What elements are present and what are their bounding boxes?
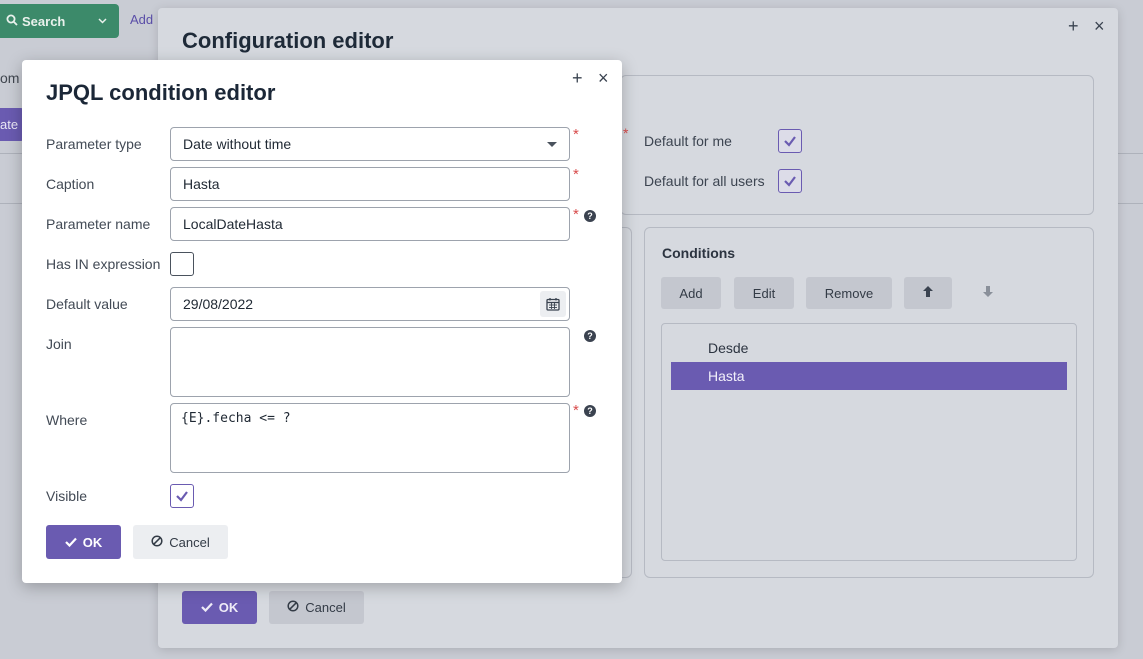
background-action-button[interactable]: ate [0,108,24,141]
maximize-icon[interactable]: + [1068,17,1079,35]
where-label: Where [46,412,88,428]
close-icon[interactable]: × [598,69,609,87]
ok-button-label: OK [218,600,239,615]
required-marker: * [573,402,579,419]
visible-checkbox[interactable] [170,484,194,508]
default-value-label: Default value [46,296,128,312]
edit-condition-button[interactable]: Edit [734,277,794,309]
dialog-title: JPQL condition editor [46,80,276,105]
parameter-type-select[interactable]: Date without time [170,127,570,161]
visible-label: Visible [46,488,87,504]
cancel-button[interactable]: Cancel [133,525,228,559]
search-button-label: Search [22,13,66,29]
default-for-me-checkbox[interactable] [778,129,802,153]
divider [1118,203,1143,204]
divider [0,203,22,204]
add-condition-button[interactable]: Add [661,277,721,309]
background-text: om [0,70,20,86]
parameter-name-label: Parameter name [46,216,151,232]
join-label: Join [46,336,72,352]
arrow-up-icon [922,285,934,301]
list-item-selected[interactable]: Hasta [671,362,1067,390]
search-icon [6,14,22,29]
divider [1118,153,1143,154]
maximize-icon[interactable]: + [572,69,583,87]
calendar-icon[interactable] [540,291,566,317]
default-for-all-users-label: Default for all users [644,173,765,189]
remove-condition-button[interactable]: Remove [806,277,892,309]
list-item[interactable]: Desde [671,334,1067,362]
default-for-me-label: Default for me [644,133,732,149]
chevron-down-icon[interactable] [98,15,107,27]
has-in-expression-checkbox[interactable] [170,252,194,276]
arrow-down-icon [982,285,994,301]
ok-button-label: OK [82,534,103,550]
move-up-button[interactable] [904,277,952,309]
dialog-title: Configuration editor [182,28,394,53]
check-icon [200,600,213,615]
ok-button[interactable]: OK [182,591,257,624]
caption-label: Caption [46,176,95,192]
cancel-button[interactable]: Cancel [269,591,364,624]
check-icon [64,535,77,550]
divider [0,153,22,154]
required-marker: * [573,166,579,183]
move-down-button[interactable] [964,277,1012,309]
cancel-button-label: Cancel [305,600,346,615]
conditions-list: Desde Hasta [661,323,1077,561]
caption-field[interactable]: Hasta [170,167,570,201]
default-value-date-field[interactable]: 29/08/2022 [170,287,570,321]
default-for-all-users-checkbox[interactable] [778,169,802,193]
required-marker: * [623,125,629,141]
parameter-type-value: Date without time [183,136,292,152]
where-textarea[interactable]: {E}.fecha <= ? [170,403,570,473]
help-icon[interactable]: ? [584,210,596,222]
required-marker: * [573,206,579,223]
add-link[interactable]: Add [130,12,153,27]
cancel-icon [151,534,163,550]
parameter-name-field[interactable]: LocalDateHasta [170,207,570,241]
cancel-icon [287,600,299,615]
conditions-panel: Conditions Add Edit Remove Desde Hasta [644,227,1094,578]
has-in-expression-label: Has IN expression [46,256,161,272]
help-icon[interactable]: ? [584,330,596,342]
conditions-title: Conditions [662,245,736,261]
cancel-button-label: Cancel [169,534,210,550]
jpql-condition-editor-dialog: JPQL condition editor + × Parameter type… [22,60,622,583]
search-button[interactable]: Search [0,4,119,38]
ok-button[interactable]: OK [46,525,121,559]
join-textarea[interactable] [170,327,570,397]
default-value-text: 29/08/2022 [183,296,254,312]
close-icon[interactable]: × [1094,17,1105,35]
required-marker: * [573,126,579,143]
parameter-type-label: Parameter type [46,136,142,152]
caret-down-icon [547,142,557,147]
help-icon[interactable]: ? [584,405,596,417]
